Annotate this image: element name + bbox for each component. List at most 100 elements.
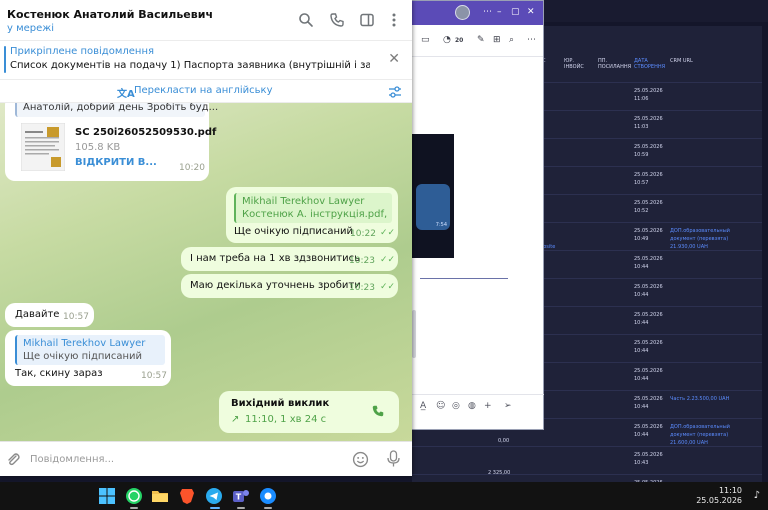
video-icon[interactable]: ▭ xyxy=(421,35,430,45)
chat-messages-area[interactable]: Анатолій, добрий день Зробіть буд... SC … xyxy=(0,103,412,441)
teams-icon[interactable]: T xyxy=(232,487,250,505)
crm-row-time: 10:44 xyxy=(634,292,649,298)
clock-time: 11:10 xyxy=(718,486,742,495)
more-icon[interactable]: ⋯ xyxy=(483,7,492,17)
chat-contact-status: у мережі xyxy=(7,23,55,34)
microphone-icon[interactable] xyxy=(385,450,402,468)
maximize-icon[interactable]: ▢ xyxy=(511,7,520,17)
reply-quote[interactable]: Mikhail Terekhov Lawyer Ще очікую підпис… xyxy=(15,335,165,365)
notification-bell-icon[interactable]: ♪ xyxy=(754,490,760,501)
crm-row-time: 10:44 xyxy=(634,376,649,382)
format-icon[interactable]: A̲ xyxy=(420,401,426,411)
taskbar-indicator xyxy=(264,507,272,509)
minimize-icon[interactable]: – xyxy=(497,7,502,17)
participants-count: 20 xyxy=(455,37,464,44)
message-outgoing[interactable]: Маю декілька уточнень зробити 10:23 ✓✓ xyxy=(181,274,398,298)
crm-row-note[interactable]: ДОП.образовательный документ (перевзята)… xyxy=(670,227,750,251)
crm-row-time: 10:59 xyxy=(634,152,649,158)
crm-row-date: 25.05.2026 xyxy=(634,452,663,458)
pinned-message-bar[interactable]: Прикріплене повідомлення Список документ… xyxy=(0,40,412,78)
message-text: І нам треба на 1 хв здзвонитись xyxy=(190,253,361,264)
crm-row-time: 10:43 xyxy=(634,460,649,466)
telegram-icon[interactable] xyxy=(205,487,223,505)
more-vertical-icon[interactable] xyxy=(386,12,402,28)
messenger-compose-bar: A̲ ☺ ◎ ◍ + ➢ xyxy=(408,394,544,418)
phone-call-icon[interactable] xyxy=(371,404,385,418)
messenger-toolbar: ▭ ◔ 20 ✎ ⊞ ⌕ ⋯ xyxy=(409,25,543,57)
messenger-app-icon[interactable] xyxy=(259,487,277,505)
file-explorer-icon[interactable] xyxy=(151,487,169,505)
crm-row-note[interactable]: ДОП.образовательный документ (перевзята)… xyxy=(670,423,750,447)
settings-sliders-icon[interactable] xyxy=(388,85,402,99)
phone-icon[interactable] xyxy=(329,12,345,28)
clock-date: 25.05.2026 xyxy=(696,496,742,505)
crm-row-date: 25.05.2026 xyxy=(634,424,663,430)
avatar[interactable] xyxy=(455,5,470,20)
message-time: 10:22 xyxy=(350,229,376,239)
whatsapp-icon[interactable] xyxy=(125,487,143,505)
crm-row-time: 10:44 xyxy=(634,348,649,354)
translate-bar[interactable]: 文A Перекласти на англійську xyxy=(0,79,412,103)
more-icon[interactable]: ⋯ xyxy=(527,35,536,45)
sticker-icon[interactable]: ◍ xyxy=(468,401,476,411)
close-icon[interactable]: ✕ xyxy=(388,51,400,67)
close-icon[interactable]: ✕ xyxy=(527,7,535,17)
crm-row-time: 10:49 xyxy=(634,236,649,242)
plus-icon[interactable]: + xyxy=(484,401,492,411)
messenger-titlebar: ⋯ – ▢ ✕ xyxy=(409,1,543,25)
gif-icon[interactable]: ◎ xyxy=(452,401,460,411)
file-name[interactable]: SC 250i26052509530.pdf xyxy=(75,127,216,138)
message-incoming[interactable]: Анатолій, добрий день Зробіть буд... SC … xyxy=(5,103,218,181)
edit-icon[interactable]: ✎ xyxy=(477,35,485,45)
search-icon[interactable] xyxy=(298,12,314,28)
pdf-file-thumbnail[interactable] xyxy=(21,123,65,171)
svg-text:T: T xyxy=(236,493,242,502)
chat-contact-name[interactable]: Костенюк Анатолий Васильевич xyxy=(7,8,213,21)
message-input[interactable] xyxy=(30,451,330,467)
crm-row-time: 10:44 xyxy=(634,432,649,438)
emoji-icon[interactable] xyxy=(352,451,369,468)
crm-table-row[interactable]: 25.05.2026 10:43 xyxy=(412,446,762,474)
attach-icon[interactable] xyxy=(5,451,21,467)
search-icon[interactable]: ⌕ xyxy=(509,35,514,45)
emoji-icon[interactable]: ☺ xyxy=(436,401,445,411)
divider xyxy=(420,278,508,279)
taskbar: T 11:10 25.05.2026 ♪ xyxy=(0,482,768,510)
double-check-icon: ✓✓ xyxy=(380,255,396,265)
scrollbar[interactable] xyxy=(412,310,416,358)
message-incoming[interactable]: Mikhail Terekhov Lawyer Ще очікую підпис… xyxy=(5,330,171,386)
crm-row-date: 25.05.2026 xyxy=(634,256,663,262)
crm-row-date: 25.05.2026 xyxy=(634,228,663,234)
start-menu-icon[interactable] xyxy=(98,487,116,505)
reply-text: Ще очікую підписаний xyxy=(23,351,143,362)
crm-row-date: 25.05.2026 xyxy=(634,396,663,402)
video-preview[interactable]: 7:54 xyxy=(412,134,454,258)
send-icon[interactable]: ➢ xyxy=(504,401,512,411)
crm-row-date: 25.05.2026 xyxy=(634,116,663,122)
video-thumbnail: 7:54 xyxy=(416,184,450,230)
message-outgoing[interactable]: І нам треба на 1 хв здзвонитись 10:23 ✓✓ xyxy=(181,247,398,271)
outgoing-call-message[interactable]: Вихідний виклик ↗ 11:10, 1 хв 24 с xyxy=(219,391,399,433)
brave-browser-icon[interactable] xyxy=(178,487,196,505)
crm-amount: 0,00 xyxy=(498,438,510,444)
reply-quote[interactable]: Mikhail Terekhov Lawyer Костенюк А. інст… xyxy=(234,193,392,223)
crm-row-date: 25.05.2026 xyxy=(634,172,663,178)
system-clock[interactable]: 11:10 25.05.2026 xyxy=(696,486,742,506)
message-time: 10:23 xyxy=(349,256,375,266)
translate-button[interactable]: Перекласти на англійську xyxy=(134,85,273,96)
crm-row-note[interactable]: Часть 2.23.500,00 UAH xyxy=(670,395,750,403)
message-text: Так, скину зараз xyxy=(15,368,103,379)
message-incoming[interactable]: Давайте 10:57 xyxy=(5,303,94,327)
message-time: 10:57 xyxy=(141,371,167,381)
grid-icon[interactable]: ⊞ xyxy=(493,35,501,45)
telegram-window: Костенюк Анатолий Васильевич у мережі Пр… xyxy=(0,0,412,476)
outgoing-arrow-icon: ↗ xyxy=(231,414,240,425)
message-outgoing[interactable]: Mikhail Terekhov Lawyer Костенюк А. інст… xyxy=(226,187,398,243)
open-file-button[interactable]: ВІДКРИТИ В... xyxy=(75,157,157,168)
crm-header-col-sortable[interactable]: ДАТА СТВОРЕННЯ xyxy=(634,58,668,70)
crm-row-date: 25.05.2026 xyxy=(634,88,663,94)
sidebar-toggle-icon[interactable] xyxy=(359,12,375,28)
participants-icon[interactable]: ◔ xyxy=(443,35,451,45)
message-text: Ще очікую підписаний xyxy=(234,226,354,237)
file-size: 105.8 KB xyxy=(75,142,121,153)
